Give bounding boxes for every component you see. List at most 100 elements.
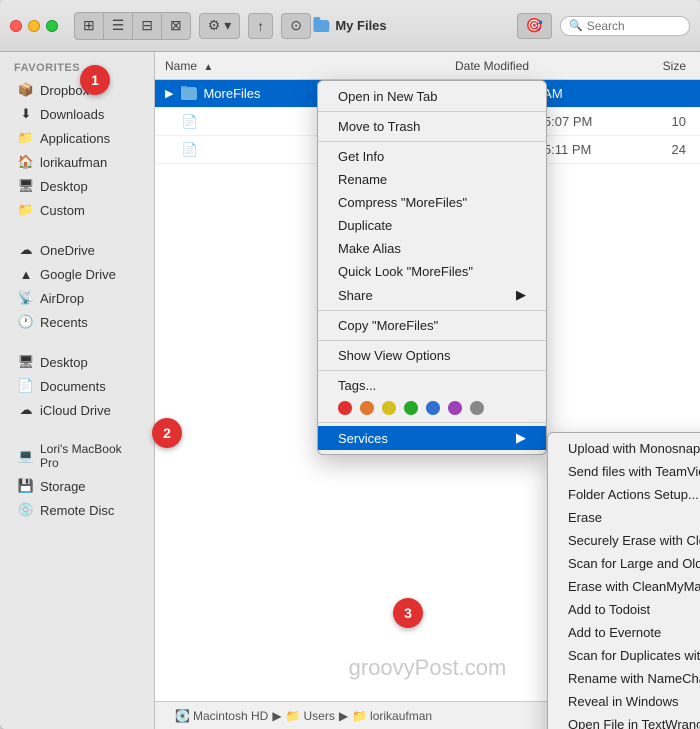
- col-header-size[interactable]: Size: [650, 59, 700, 73]
- sidebar-item-desktop-label: Desktop: [40, 179, 88, 194]
- sm-folder-actions[interactable]: Folder Actions Setup...: [548, 483, 700, 506]
- services-submenu: Upload with Monosnap Send files with Tea…: [547, 432, 700, 729]
- sm-reveal-windows[interactable]: Reveal in Windows: [548, 690, 700, 713]
- tag-yellow[interactable]: [382, 401, 396, 415]
- dropbox-button[interactable]: 🎯: [517, 13, 552, 39]
- sidebar-item-desktop2[interactable]: 🖥 Desktop: [4, 350, 150, 374]
- tag-green[interactable]: [404, 401, 418, 415]
- sidebar-item-documents-label: Documents: [40, 379, 106, 394]
- search-input[interactable]: [587, 19, 681, 33]
- col-header-name[interactable]: Name ▲: [155, 59, 445, 73]
- sm-erase[interactable]: Erase: [548, 506, 700, 529]
- sm-scan-gemini[interactable]: Scan for Duplicates with Gemini 2: [548, 644, 700, 667]
- sidebar-item-dropbox-label: Dropbox: [40, 83, 89, 98]
- hdd-icon: 💽: [175, 709, 190, 723]
- cm-view-options[interactable]: Show View Options: [318, 344, 546, 367]
- storage-icon: 💾: [18, 478, 34, 494]
- column-headers: Name ▲ Date Modified Size: [155, 52, 700, 80]
- search-icon: 🔍: [569, 19, 583, 32]
- onedrive-icon: ☁: [18, 242, 34, 258]
- sm-add-todoist[interactable]: Add to Todoist: [548, 598, 700, 621]
- cm-get-info[interactable]: Get Info: [318, 145, 546, 168]
- cm-rename[interactable]: Rename: [318, 168, 546, 191]
- sm-securely-erase[interactable]: Securely Erase with CleanMyMac: [548, 529, 700, 552]
- sidebar-item-googledrive-label: Google Drive: [40, 267, 116, 282]
- row-arrow-icon-2: ▶: [165, 115, 173, 128]
- macbook-icon: 💻: [18, 448, 34, 464]
- sidebar-item-desktop2-label: Desktop: [40, 355, 88, 370]
- content-area: Name ▲ Date Modified Size ▶ MoreFiles: [155, 52, 700, 729]
- cm-quick-look[interactable]: Quick Look "MoreFiles": [318, 260, 546, 283]
- tag-blue[interactable]: [426, 401, 440, 415]
- tag-red[interactable]: [338, 401, 352, 415]
- submenu-arrow-share: ▶: [516, 287, 526, 303]
- tag-orange[interactable]: [360, 401, 374, 415]
- tag-purple[interactable]: [448, 401, 462, 415]
- sm-scan-large[interactable]: Scan for Large and Old Files: [548, 552, 700, 575]
- file-size-3: 24: [650, 142, 700, 157]
- coverflow-view-button[interactable]: ⊠: [162, 13, 190, 39]
- list-view-button[interactable]: ☰: [104, 13, 134, 39]
- share-button[interactable]: ↑: [248, 13, 273, 39]
- breadcrumb-users[interactable]: 📁 Users: [286, 709, 335, 723]
- sidebar-item-dropbox[interactable]: 📦 Dropbox: [4, 78, 150, 102]
- breadcrumb-lorikaufman[interactable]: 📁 lorikaufman: [352, 709, 432, 723]
- cm-move-to-trash[interactable]: Move to Trash: [318, 115, 546, 138]
- cm-make-alias[interactable]: Make Alias: [318, 237, 546, 260]
- cm-tags[interactable]: Tags...: [318, 374, 546, 397]
- sm-send-teamviewer[interactable]: Send files with TeamViewer: [548, 460, 700, 483]
- sort-arrow-icon: ▲: [203, 62, 213, 73]
- folder-icon-morefiles: [181, 87, 197, 100]
- sidebar-item-documents[interactable]: 📄 Documents: [4, 374, 150, 398]
- folder-icon-bc2: 📁: [352, 709, 367, 723]
- search-box: 🔍: [560, 16, 690, 36]
- folder-icon-bc: 📁: [286, 709, 301, 723]
- cm-compress[interactable]: Compress "MoreFiles": [318, 191, 546, 214]
- sidebar-item-lorikaufman[interactable]: 🏠 lorikaufman: [4, 150, 150, 174]
- sidebar-item-macbook[interactable]: 💻 Lori's MacBook Pro: [4, 438, 150, 474]
- sidebar-item-googledrive[interactable]: ▲ Google Drive: [4, 262, 150, 286]
- sidebar-item-desktop[interactable]: 🖥 Desktop: [4, 174, 150, 198]
- cm-open-new-tab[interactable]: Open in New Tab: [318, 85, 546, 108]
- column-view-button[interactable]: ⊟: [133, 13, 162, 39]
- sidebar-item-custom[interactable]: 📁 Custom: [4, 198, 150, 222]
- titlebar: ⊞ ☰ ⊟ ⊠ ⚙ ▾ ↑ ⊙ My Files 🎯 🔍: [0, 0, 700, 52]
- desktop2-icon: 🖥: [18, 354, 34, 370]
- action-button[interactable]: ⚙ ▾: [199, 13, 240, 39]
- sm-erase-cleanmymac[interactable]: Erase with CleanMyMac: [548, 575, 700, 598]
- cm-sep-6: [318, 422, 546, 423]
- sidebar-item-applications-label: Applications: [40, 131, 110, 146]
- minimize-button[interactable]: [28, 20, 40, 32]
- applications-icon: 📁: [18, 130, 34, 146]
- favorites-section-label: FAVORITES: [0, 52, 154, 78]
- maximize-button[interactable]: [46, 20, 58, 32]
- tag-gray[interactable]: [470, 401, 484, 415]
- tag-button[interactable]: ⊙: [281, 13, 311, 39]
- breadcrumb-macintosh[interactable]: 💽 Macintosh HD: [175, 709, 268, 723]
- sidebar-item-icloud-label: iCloud Drive: [40, 403, 111, 418]
- sidebar-item-storage-label: Storage: [40, 479, 86, 494]
- file-size-2: 10: [650, 114, 700, 129]
- sidebar-item-storage[interactable]: 💾 Storage: [4, 474, 150, 498]
- col-header-date[interactable]: Date Modified: [445, 59, 650, 73]
- sm-upload-monosnap[interactable]: Upload with Monosnap: [548, 437, 700, 460]
- submenu-arrow-services: ▶: [516, 430, 526, 446]
- sidebar-item-recents[interactable]: 🕐 Recents: [4, 310, 150, 334]
- sidebar-item-icloud[interactable]: ☁ iCloud Drive: [4, 398, 150, 422]
- cm-services[interactable]: Services ▶: [318, 426, 546, 450]
- sm-add-evernote[interactable]: Add to Evernote: [548, 621, 700, 644]
- cm-duplicate[interactable]: Duplicate: [318, 214, 546, 237]
- sidebar-item-applications[interactable]: 📁 Applications: [4, 126, 150, 150]
- icon-view-button[interactable]: ⊞: [75, 13, 104, 39]
- cm-share[interactable]: Share ▶: [318, 283, 546, 307]
- googledrive-icon: ▲: [18, 266, 34, 282]
- sidebar-item-downloads[interactable]: ⬇ Downloads: [4, 102, 150, 126]
- sm-open-textwrangler[interactable]: Open File in TextWrangler: [548, 713, 700, 729]
- sidebar-item-onedrive[interactable]: ☁ OneDrive: [4, 238, 150, 262]
- sidebar-item-remotedisc[interactable]: 💿 Remote Disc: [4, 498, 150, 522]
- close-button[interactable]: [10, 20, 22, 32]
- sm-rename-namechanger[interactable]: Rename with NameChanger: [548, 667, 700, 690]
- sidebar-item-airdrop[interactable]: 📡 AirDrop: [4, 286, 150, 310]
- cm-copy[interactable]: Copy "MoreFiles": [318, 314, 546, 337]
- desktop-icon: 🖥: [18, 178, 34, 194]
